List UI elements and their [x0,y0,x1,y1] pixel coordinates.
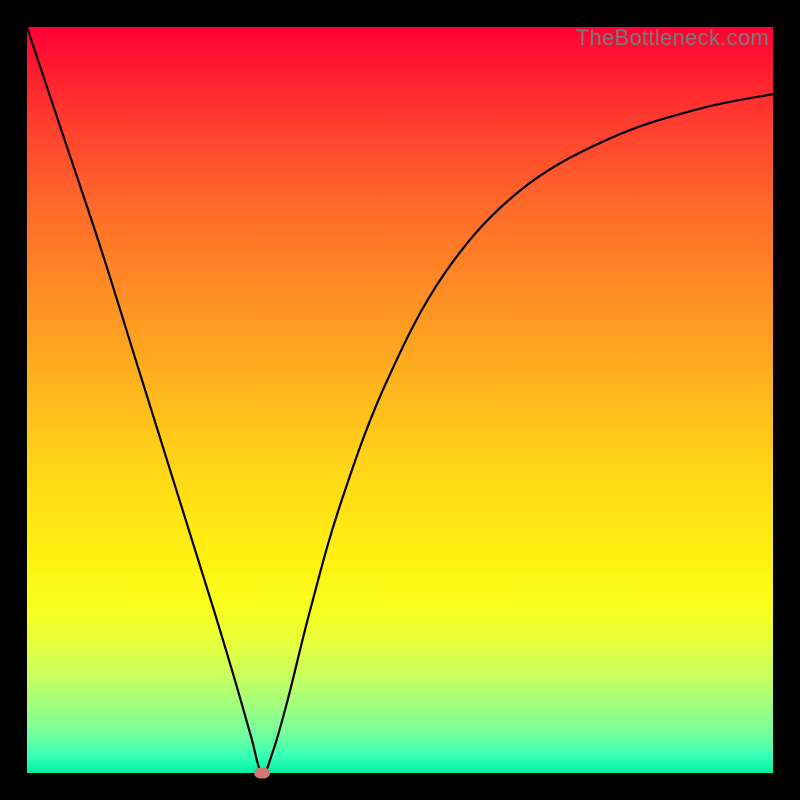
watermark-label: TheBottleneck.com [576,25,769,51]
plot-area [27,27,773,773]
minimum-marker [254,768,270,779]
chart-frame: TheBottleneck.com [0,0,800,800]
bottleneck-curve [27,27,773,773]
